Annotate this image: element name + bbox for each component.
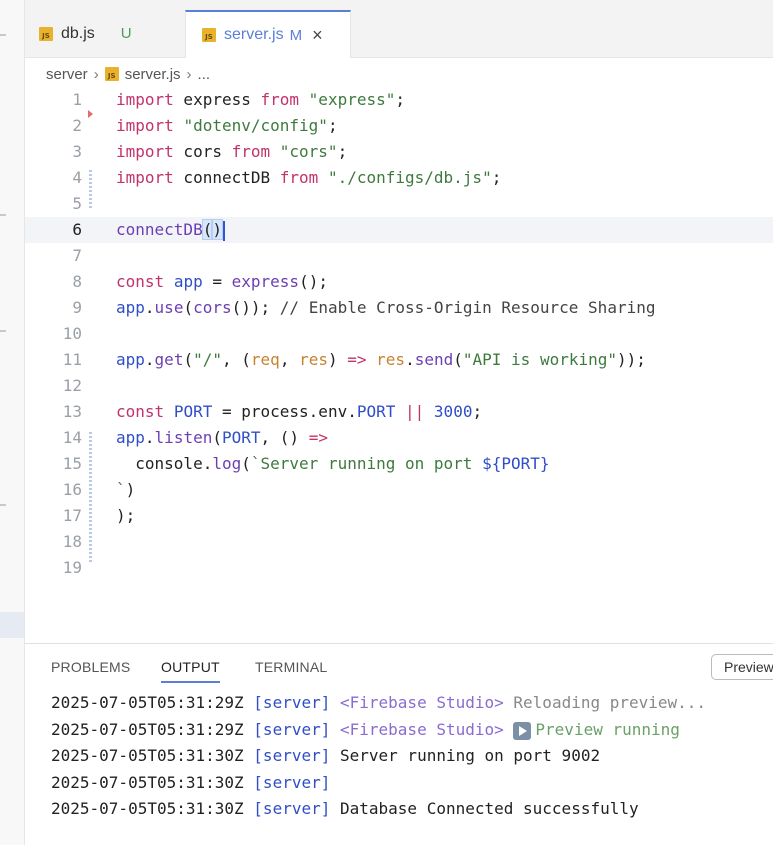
code-line: 16 `)	[25, 477, 773, 503]
strip-marker	[0, 214, 6, 216]
code-line: 7	[25, 243, 773, 269]
strip-marker	[0, 504, 6, 506]
line-number: 18	[62, 532, 82, 551]
code-line: 1 import express from "express";	[25, 87, 773, 113]
js-file-icon: JS	[104, 67, 119, 81]
code-line: 12	[25, 373, 773, 399]
code-line: 10	[25, 321, 773, 347]
js-file-icon: JS	[39, 26, 53, 41]
line-number: 5	[72, 194, 82, 213]
line-number: 8	[72, 272, 82, 291]
chevron-right-icon: ›	[93, 65, 99, 83]
strip-marker	[0, 34, 6, 36]
untracked-status: U	[120, 25, 132, 42]
code-text: import cors from "cors";	[116, 142, 348, 161]
code-text: const app = express();	[116, 272, 328, 291]
code-line: 4 import connectDB from "./configs/db.js…	[25, 165, 773, 191]
text-cursor	[222, 220, 225, 241]
code-text: import express from "express";	[116, 90, 406, 109]
line-number: 3	[72, 142, 82, 161]
line-number: 9	[72, 298, 82, 317]
line-number: 17	[62, 506, 82, 525]
breadcrumb-file[interactable]: server.js	[125, 66, 181, 83]
code-line: 15 console.log(`Server running on port $…	[25, 451, 773, 477]
log-line: 2025-07-05T05:31:29Z [server] <Firebase …	[51, 693, 707, 712]
code-line: 19	[25, 555, 773, 581]
line-number: 19	[62, 558, 82, 577]
strip-active-item[interactable]	[0, 612, 24, 638]
tab-terminal[interactable]: TERMINAL	[255, 659, 327, 675]
code-text: app.use(cors()); // Enable Cross-Origin …	[116, 298, 656, 317]
code-line: 2 import "dotenv/config";	[25, 113, 773, 139]
line-number: 16	[62, 480, 82, 499]
activity-strip	[0, 0, 25, 845]
line-number: 6	[72, 220, 82, 239]
line-number: 4	[72, 168, 82, 187]
output-log[interactable]: 2025-07-05T05:31:29Z [server] <Firebase …	[25, 688, 773, 846]
close-icon[interactable]: ×	[312, 25, 323, 46]
line-number: 7	[72, 246, 82, 265]
log-line: 2025-07-05T05:31:30Z [server]	[51, 773, 331, 792]
code-text: import connectDB from "./configs/db.js";	[116, 168, 502, 187]
log-line: 2025-07-05T05:31:30Z [server] Server run…	[51, 746, 601, 765]
breadcrumb-folder[interactable]: server	[46, 66, 88, 83]
bottom-panel: PROBLEMS OUTPUT TERMINAL Preview 2025-07…	[25, 643, 773, 846]
line-number: 11	[62, 350, 82, 369]
code-line: 14 app.listen(PORT, () =>	[25, 425, 773, 451]
modified-status: M	[289, 26, 303, 44]
line-number: 2	[72, 116, 82, 135]
code-line: 18	[25, 529, 773, 555]
code-line: 13 const PORT = process.env.PORT || 3000…	[25, 399, 773, 425]
tab-output[interactable]: OUTPUT	[161, 659, 220, 683]
line-number: 12	[62, 376, 82, 395]
tab-db-js[interactable]: JS db.js U	[39, 10, 189, 57]
tab-label: db.js	[61, 24, 95, 42]
tab-server-js[interactable]: JS server.js M ×	[185, 10, 351, 58]
breadcrumb: server › JS server.js › ...	[46, 62, 210, 86]
code-line: 5	[25, 191, 773, 217]
code-text: const PORT = process.env.PORT || 3000;	[116, 402, 483, 421]
code-line: 3 import cors from "cors";	[25, 139, 773, 165]
code-text: app.listen(PORT, () =>	[116, 428, 328, 447]
code-text: app.get("/", (req, res) => res.send("API…	[116, 350, 646, 369]
code-line: 11 app.get("/", (req, res) => res.send("…	[25, 347, 773, 373]
line-number: 15	[62, 454, 82, 473]
line-number: 13	[62, 402, 82, 421]
code-text: import "dotenv/config";	[116, 116, 338, 135]
code-line-current: 6 connectDB()	[25, 217, 773, 243]
code-line: 8 const app = express();	[25, 269, 773, 295]
breadcrumb-more[interactable]: ...	[198, 66, 211, 83]
strip-marker	[0, 330, 6, 332]
panel-tab-bar: PROBLEMS OUTPUT TERMINAL Preview	[25, 644, 773, 688]
code-text: console.log(`Server running on port ${PO…	[116, 454, 550, 473]
play-icon	[513, 721, 532, 740]
line-number: 10	[62, 324, 82, 343]
chevron-right-icon: ›	[186, 65, 192, 83]
code-text: connectDB()	[116, 217, 225, 243]
preview-button[interactable]: Preview	[711, 654, 773, 680]
tab-problems[interactable]: PROBLEMS	[51, 659, 130, 675]
log-line: 2025-07-05T05:31:30Z [server] Database C…	[51, 799, 639, 818]
editor-tab-bar: JS db.js U JS server.js M ×	[25, 0, 773, 58]
code-text: );	[116, 506, 136, 525]
tab-label: server.js	[224, 26, 284, 43]
code-line: 17 );	[25, 503, 773, 529]
log-line: 2025-07-05T05:31:29Z [server] <Firebase …	[51, 720, 680, 740]
code-editor[interactable]: 1 import express from "express"; 2 impor…	[25, 86, 773, 642]
line-number: 1	[72, 90, 82, 109]
js-file-icon: JS	[202, 28, 216, 42]
line-number: 14	[62, 428, 82, 447]
code-line: 9 app.use(cors()); // Enable Cross-Origi…	[25, 295, 773, 321]
code-text: `)	[116, 480, 136, 499]
